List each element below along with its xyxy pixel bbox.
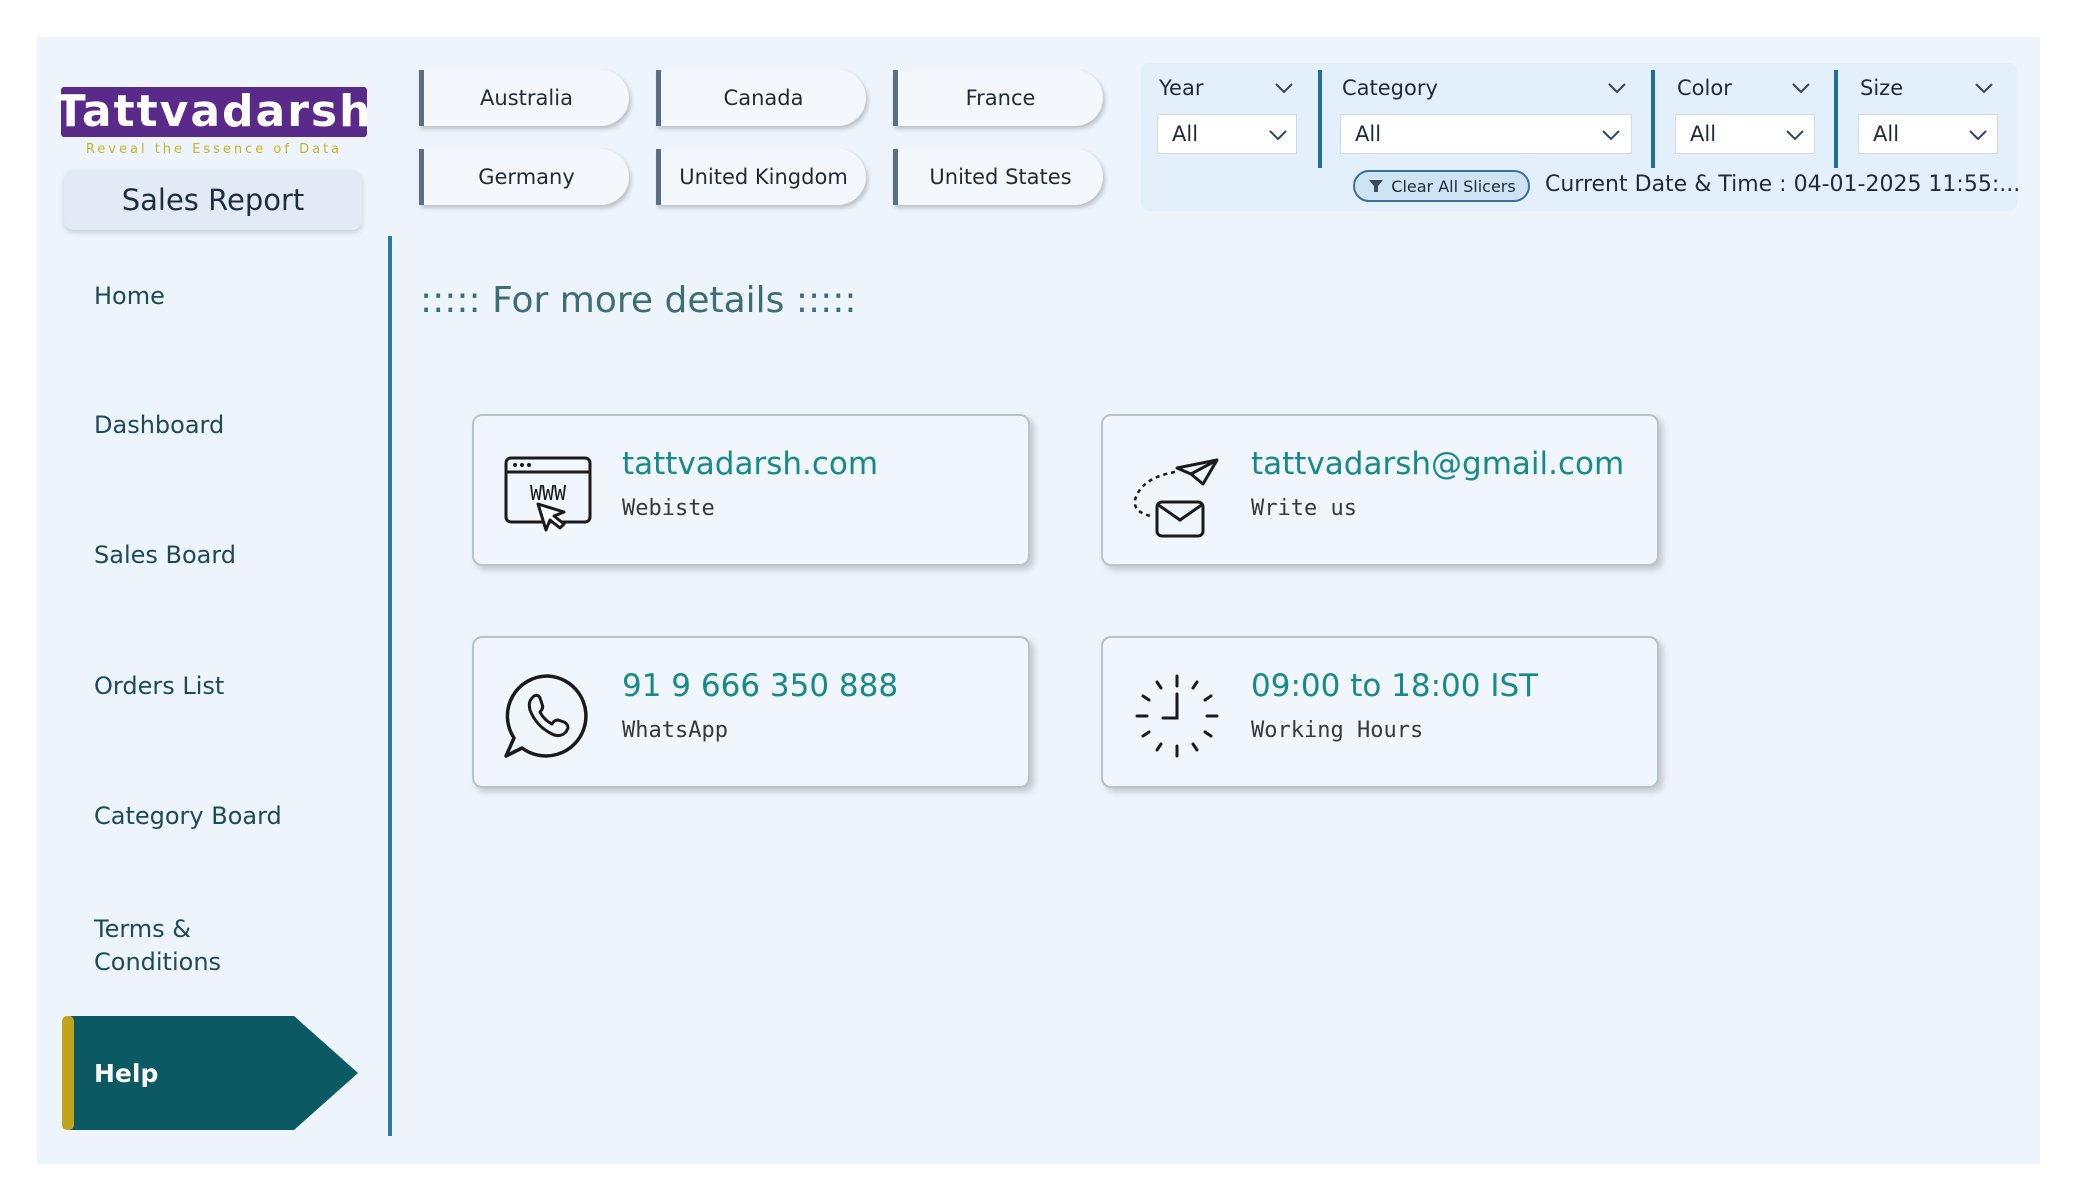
section-heading: ::::: For more details :::::: [420, 280, 857, 321]
nav-item-category-board[interactable]: Category Board: [94, 800, 282, 833]
email-card[interactable]: tattvadarsh@gmail.com Write us: [1101, 414, 1659, 566]
sidebar-divider: [388, 236, 392, 1136]
hours-card[interactable]: 09:00 to 18:00 IST Working Hours: [1101, 636, 1659, 788]
working-hours: 09:00 to 18:00 IST: [1251, 668, 1539, 704]
slicer-divider: [1318, 70, 1322, 168]
nav-item-dashboard[interactable]: Dashboard: [94, 409, 224, 442]
chevron-down-icon[interactable]: [1967, 125, 1989, 145]
chevron-down-icon[interactable]: [1267, 125, 1289, 145]
country-button-united-states[interactable]: United States: [893, 149, 1103, 205]
hours-caption: Working Hours: [1251, 718, 1424, 743]
nav-item-help-label[interactable]: Help: [94, 1059, 158, 1088]
nav-item-terms-line1: Terms &: [94, 915, 192, 943]
website-caption: Webiste: [622, 496, 715, 521]
nav-item-orders-list[interactable]: Orders List: [94, 670, 224, 703]
eraser-icon: [1369, 180, 1384, 192]
slicer-divider: [1651, 70, 1655, 168]
chevron-down-icon[interactable]: [1606, 78, 1628, 98]
mail-send-icon: [1133, 458, 1219, 538]
country-button-australia[interactable]: Australia: [419, 70, 629, 126]
logo-text: Tattvadarsh: [55, 86, 373, 137]
svg-text:WWW: WWW: [530, 481, 567, 505]
phone-card[interactable]: 91 9 666 350 888 WhatsApp: [472, 636, 1030, 788]
clear-all-slicers-button[interactable]: Clear All Slicers: [1353, 170, 1530, 202]
email-link[interactable]: tattvadarsh@gmail.com: [1251, 446, 1624, 482]
logo-tagline: Reveal the Essence of Data: [85, 142, 343, 157]
phone-number[interactable]: 91 9 666 350 888: [622, 668, 898, 704]
country-button-united-kingdom[interactable]: United Kingdom: [656, 149, 866, 205]
size-slicer-value: All: [1873, 122, 1900, 146]
nav-item-home[interactable]: Home: [94, 280, 165, 313]
chevron-down-icon[interactable]: [1790, 78, 1812, 98]
current-datetime: Current Date & Time : 04-01-2025 11:55:.…: [1545, 172, 2021, 197]
year-slicer-title: Year: [1159, 76, 1204, 100]
chevron-down-icon[interactable]: [1600, 125, 1622, 145]
website-card[interactable]: WWW tattvadarsh.com Webiste: [472, 414, 1030, 566]
country-button-canada[interactable]: Canada: [656, 70, 866, 126]
slicer-divider: [1834, 70, 1838, 168]
www-browser-icon: WWW: [504, 456, 592, 532]
country-button-france[interactable]: France: [893, 70, 1103, 126]
country-button-germany[interactable]: Germany: [419, 149, 629, 205]
brand-logo: Tattvadarsh: [56, 87, 370, 137]
clear-all-slicers-label: Clear All Slicers: [1391, 176, 1516, 196]
clock-icon: [1135, 674, 1219, 758]
category-slicer-select[interactable]: All: [1340, 114, 1632, 154]
color-slicer-title: Color: [1677, 76, 1732, 100]
phone-caption: WhatsApp: [622, 718, 728, 743]
chevron-down-icon[interactable]: [1784, 125, 1806, 145]
nav-item-terms-line2: Conditions: [94, 948, 222, 976]
whatsapp-icon: [504, 674, 588, 758]
email-caption: Write us: [1251, 496, 1357, 521]
year-slicer-value: All: [1172, 122, 1199, 146]
nav-item-sales-board[interactable]: Sales Board: [94, 539, 236, 572]
size-slicer-title: Size: [1860, 76, 1904, 100]
website-link[interactable]: tattvadarsh.com: [622, 446, 878, 482]
report-title: Sales Report: [64, 170, 362, 230]
category-slicer-value: All: [1355, 122, 1382, 146]
chevron-down-icon[interactable]: [1273, 78, 1295, 98]
category-slicer-title: Category: [1342, 76, 1438, 100]
nav-item-terms-conditions[interactable]: Terms & Conditions: [94, 913, 221, 979]
color-slicer-value: All: [1690, 122, 1717, 146]
chevron-down-icon[interactable]: [1973, 78, 1995, 98]
